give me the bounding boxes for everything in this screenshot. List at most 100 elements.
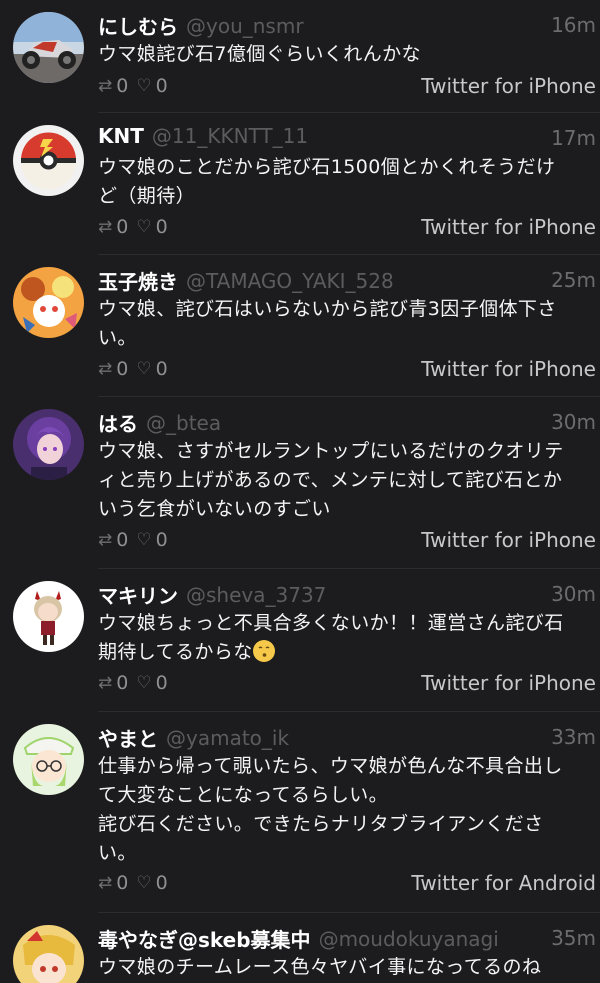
like-button[interactable]: ♡ 0 (136, 671, 175, 694)
like-count: 0 (155, 871, 168, 894)
source-client: Twitter for iPhone (421, 671, 596, 695)
retweet-icon: ⇄ (98, 872, 113, 893)
retweet-count: 0 (116, 871, 129, 894)
timestamp: 35m (551, 926, 596, 950)
tweet-header: マキリン @sheva_3737 30m (98, 580, 596, 610)
tweet-text: ウマ娘、さすがセルラントップにいるだけのクオリテ ィと売り上げがあるので、メンテ… (98, 440, 564, 520)
retweet-icon: ⇄ (98, 216, 113, 237)
source-client: Twitter for iPhone (421, 357, 596, 381)
retweet-count: 0 (116, 357, 129, 380)
timestamp: 30m (551, 582, 596, 606)
timestamp: 25m (551, 268, 596, 292)
tweet-text: ウマ娘ちょっと不具合多くないか！！運営さん詫び石 期待してるからな (98, 609, 594, 667)
user-name[interactable]: KNT (98, 124, 144, 148)
retweet-button[interactable]: ⇄ 0 (98, 528, 136, 551)
source-client: Twitter for iPhone (421, 215, 596, 239)
tweet-text: ウマ娘のことだから詫び石1500個とかくれそうだけ ど（期待） (98, 156, 556, 207)
purple-hair-avatar[interactable] (13, 409, 84, 480)
user-name[interactable]: 毒やなぎ@skeb募集中 (98, 928, 311, 952)
user-handle[interactable]: @yamato_ik (166, 726, 289, 750)
like-button[interactable]: ♡ 0 (136, 215, 175, 238)
tweet-header: はる @_btea 30m (98, 408, 596, 438)
tweet-header: 玉子焼き @TAMAGO_YAKI_528 25m (98, 266, 596, 296)
pokeball-avatar[interactable] (13, 125, 84, 196)
like-count: 0 (155, 215, 168, 238)
source-client: Twitter for Android (411, 871, 596, 895)
heart-icon: ♡ (136, 216, 152, 237)
heart-icon: ♡ (136, 358, 152, 379)
tweet-item[interactable]: やまと @yamato_ik 33m 仕事から帰って覗いたら、ウマ娘が色んな不具合… (0, 712, 600, 913)
tweet-header: にしむら @you_nsmr 16m (98, 11, 596, 41)
tweet-footer: ⇄ 0 ♡ 0 Twitter for iPhone (98, 74, 596, 102)
retweet-button[interactable]: ⇄ 0 (98, 74, 136, 97)
tweet-header: KNT @11_KKNTT_11 17m (98, 124, 596, 154)
retweet-button[interactable]: ⇄ 0 (98, 215, 136, 238)
tweet-item[interactable]: はる @_btea 30m ウマ娘、さすがセルラントップにいるだけのクオリテ ィと… (0, 397, 600, 569)
user-handle[interactable]: @11_KKNTT_11 (152, 124, 308, 148)
retweet-icon: ⇄ (98, 529, 113, 550)
motorcycle-avatar[interactable] (13, 12, 84, 83)
tweet-header: 毒やなぎ@skeb募集中 @moudokuyanagi 35m (98, 924, 596, 954)
tweet-item[interactable]: KNT @11_KKNTT_11 17m ウマ娘のことだから詫び石1500個とかく… (0, 113, 600, 255)
like-count: 0 (155, 671, 168, 694)
like-count: 0 (155, 74, 168, 97)
tweet-footer: ⇄ 0 ♡ 0 Twitter for iPhone (98, 528, 596, 556)
retweet-button[interactable]: ⇄ 0 (98, 357, 136, 380)
blonde-character-avatar[interactable] (13, 925, 84, 983)
retweet-count: 0 (116, 74, 129, 97)
tweet-text: ウマ娘詫び石7億個ぐらいくれんかな (98, 43, 421, 65)
user-name[interactable]: はる (98, 412, 138, 436)
heart-icon: ♡ (136, 529, 152, 550)
tweet-text-line: ウマ娘ちょっと不具合多くないか！！運営さん詫び石 (98, 612, 564, 634)
tweet-item[interactable]: 玉子焼き @TAMAGO_YAKI_528 25m ウマ娘、詫び石はいらないから詫… (0, 255, 600, 397)
retweet-count: 0 (116, 528, 129, 551)
like-count: 0 (155, 357, 168, 380)
glasses-character-avatar[interactable] (13, 724, 84, 795)
like-button[interactable]: ♡ 0 (136, 528, 175, 551)
retweet-icon: ⇄ (98, 358, 113, 379)
user-handle[interactable]: @TAMAGO_YAKI_528 (186, 269, 394, 293)
tweet-text: ウマ娘のチームレース色々ヤバイ事になってるのね (98, 956, 542, 978)
user-handle[interactable]: @_btea (146, 411, 221, 435)
retweet-button[interactable]: ⇄ 0 (98, 871, 136, 894)
user-name[interactable]: にしむら (98, 15, 178, 39)
source-client: Twitter for iPhone (421, 528, 596, 552)
retweet-button[interactable]: ⇄ 0 (98, 671, 136, 694)
tweet-header: やまと @yamato_ik 33m (98, 723, 596, 753)
source-client: Twitter for iPhone (421, 74, 596, 98)
user-name[interactable]: 玉子焼き (98, 270, 178, 294)
timestamp: 30m (551, 410, 596, 434)
timestamp: 17m (551, 126, 596, 150)
tweet-text-line: 期待してるからな (98, 641, 253, 663)
user-handle[interactable]: @sheva_3737 (186, 583, 326, 607)
user-handle[interactable]: @you_nsmr (186, 14, 304, 38)
heart-icon: ♡ (136, 75, 152, 96)
timestamp: 16m (551, 13, 596, 37)
tweet-footer: ⇄ 0 ♡ 0 Twitter for iPhone (98, 357, 596, 385)
user-handle[interactable]: @moudokuyanagi (319, 927, 499, 951)
retweet-icon: ⇄ (98, 672, 113, 693)
tweet-item[interactable]: 毒やなぎ@skeb募集中 @moudokuyanagi 35m ウマ娘のチームレー… (0, 913, 600, 983)
anime-character-avatar[interactable] (13, 267, 84, 338)
retweet-count: 0 (116, 671, 129, 694)
tweet-item[interactable]: マキリン @sheva_3737 30m ウマ娘ちょっと不具合多くないか！！運営さ… (0, 569, 600, 712)
user-name[interactable]: マキリン (98, 584, 178, 608)
tweet-footer: ⇄ 0 ♡ 0 Twitter for iPhone (98, 671, 596, 699)
retweet-icon: ⇄ (98, 75, 113, 96)
user-name[interactable]: やまと (98, 727, 158, 751)
heart-icon: ♡ (136, 672, 152, 693)
like-button[interactable]: ♡ 0 (136, 357, 175, 380)
chibi-character-avatar[interactable] (13, 581, 84, 652)
tweet-item[interactable]: にしむら @you_nsmr 16m ウマ娘詫び石7億個ぐらいくれんかな ⇄ 0 ♡ 0… (0, 0, 600, 113)
tweet-footer: ⇄ 0 ♡ 0 Twitter for Android (98, 871, 596, 899)
retweet-count: 0 (116, 215, 129, 238)
tweet-text: 仕事から帰って覗いたら、ウマ娘が色んな不具合出し て大変なことになってるらしい。… (98, 755, 563, 864)
tweet-text: ウマ娘、詫び石はいらないから詫び青3因子個体下さ い。 (98, 298, 557, 349)
like-button[interactable]: ♡ 0 (136, 74, 175, 97)
like-count: 0 (155, 528, 168, 551)
like-button[interactable]: ♡ 0 (136, 871, 175, 894)
tweet-footer: ⇄ 0 ♡ 0 Twitter for iPhone (98, 215, 596, 243)
kissing-face-emoji (252, 640, 275, 662)
heart-icon: ♡ (136, 872, 152, 893)
timestamp: 33m (551, 725, 596, 749)
